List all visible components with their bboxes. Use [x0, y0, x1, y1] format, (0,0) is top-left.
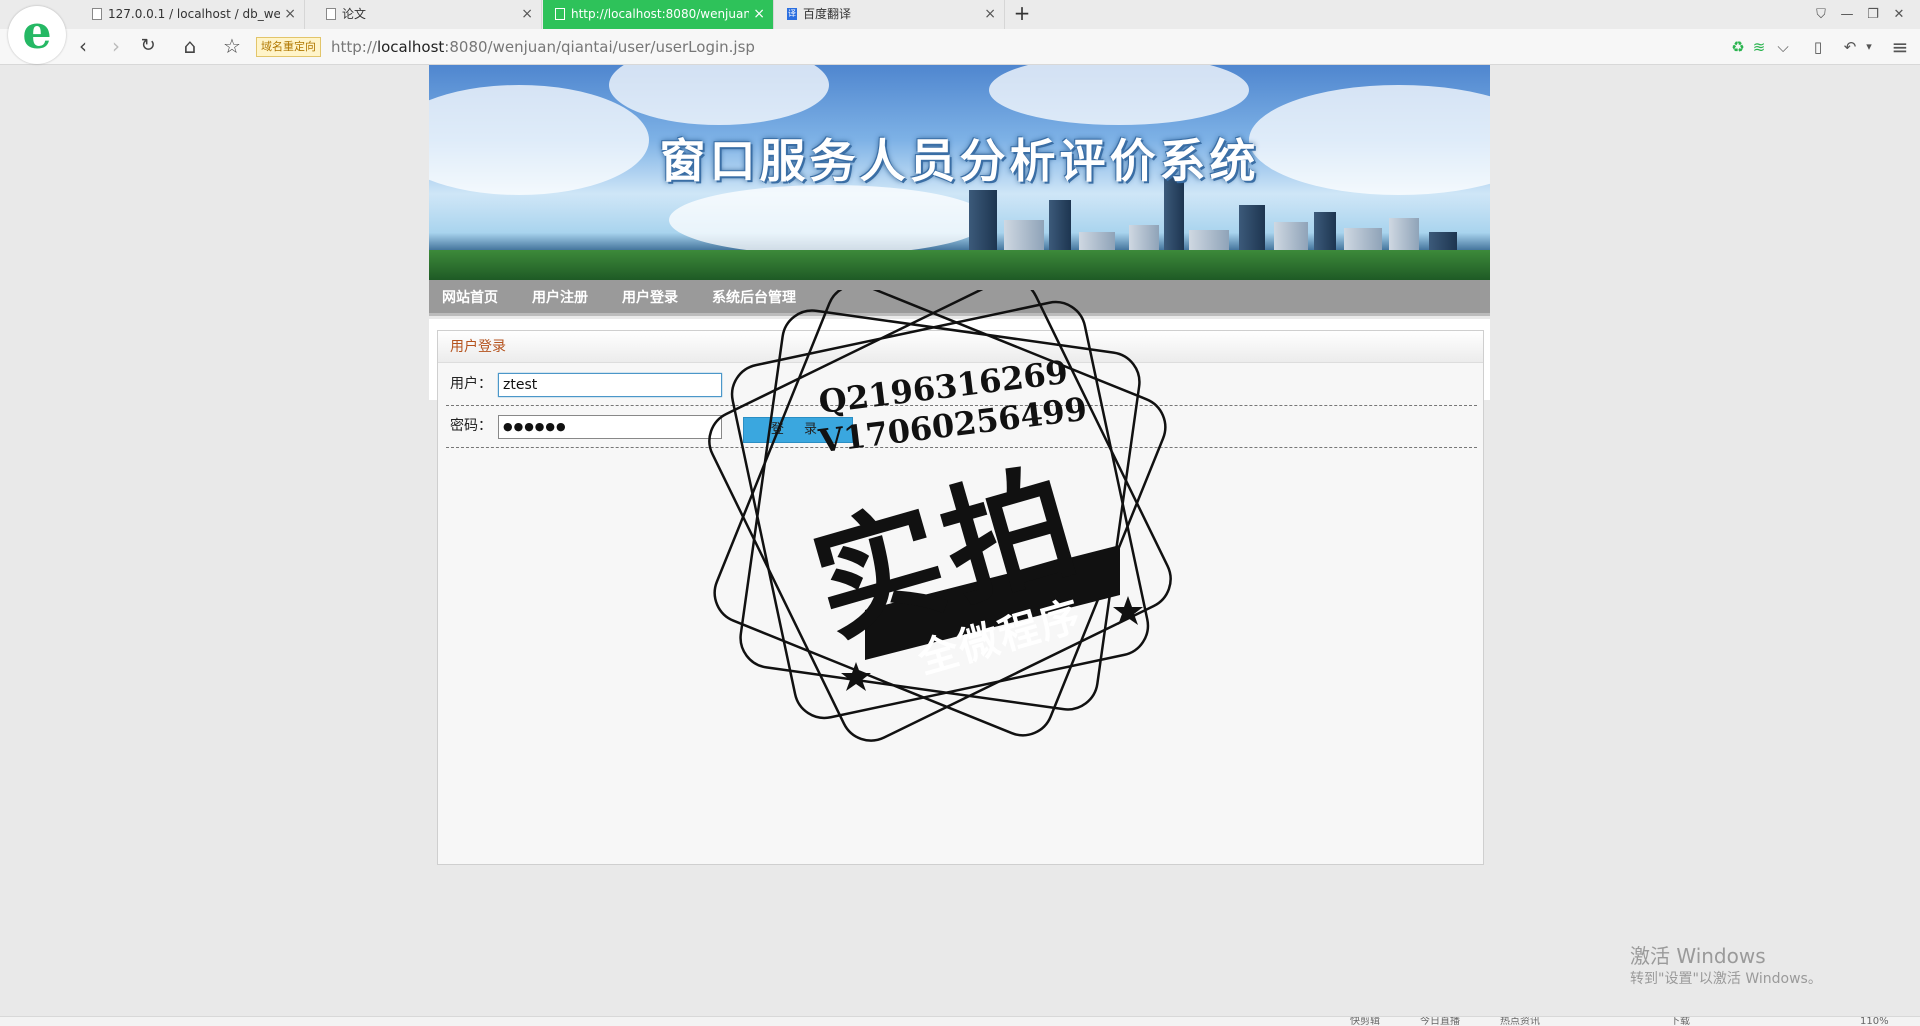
tab-title: 百度翻译: [803, 7, 852, 21]
undo-dropdown-icon[interactable]: ▾: [1858, 29, 1880, 65]
watermark-stamp: Q2196316269 V17060256499 实拍 全微程序: [700, 290, 1220, 790]
minimize-button[interactable]: —: [1836, 0, 1858, 29]
forward-button[interactable]: ›: [103, 29, 129, 65]
activation-subtitle: 转到"设置"以激活 Windows。: [1630, 971, 1822, 987]
zoom-level[interactable]: 110%: [1860, 1017, 1889, 1026]
favorite-button[interactable]: ☆: [219, 29, 245, 65]
close-icon[interactable]: ×: [284, 0, 296, 29]
close-window-button[interactable]: ✕: [1888, 0, 1910, 29]
tab-title: 127.0.0.1 / localhost / db_wenjuan: [108, 7, 280, 21]
translate-icon: 译: [787, 8, 797, 20]
skin-icon[interactable]: ⛉: [1810, 0, 1832, 29]
tab-lunwen[interactable]: 论文 ×: [314, 0, 542, 29]
username-label: 用户：: [450, 376, 492, 392]
reader-mode-icon[interactable]: ▯: [1807, 29, 1829, 65]
tab-baidu-translate[interactable]: 译 百度翻译 ×: [775, 0, 1005, 29]
close-icon[interactable]: ×: [984, 0, 996, 29]
address-bar[interactable]: http://localhost:8080/wenjuan/qiantai/us…: [331, 36, 755, 58]
maximize-button[interactable]: ❐: [1862, 0, 1884, 29]
activation-title: 激活 Windows: [1630, 944, 1766, 968]
browser-logo-icon[interactable]: e: [8, 6, 66, 64]
tab-title: 论文: [342, 7, 367, 21]
status-item[interactable]: 今日直播: [1420, 1017, 1460, 1026]
close-icon[interactable]: ×: [521, 0, 533, 29]
status-item[interactable]: 热点资讯: [1500, 1017, 1540, 1026]
chevron-down-icon[interactable]: ⌵: [1772, 29, 1794, 65]
page-icon: [555, 8, 565, 20]
browser-tab-bar: 127.0.0.1 / localhost / db_wenjuan × 论文 …: [0, 0, 1920, 29]
url-host: localhost: [376, 38, 445, 56]
extension-icon[interactable]: ≋: [1748, 29, 1770, 65]
url-prefix: http://: [331, 38, 377, 56]
nav-home[interactable]: 网站首页: [442, 280, 498, 316]
site-title: 窗口服务人员分析评价系统: [659, 134, 1260, 188]
home-button[interactable]: ⌂: [177, 29, 203, 65]
browser-status-bar: 快剪辑 今日直播 热点资讯 下载 110%: [0, 1016, 1920, 1026]
browser-toolbar: ‹ › ↻ ⌂ ☆ 域名重定向 http://localhost:8080/we…: [0, 29, 1920, 65]
nav-register[interactable]: 用户注册: [532, 280, 588, 316]
windows-activation-notice: 激活 Windows 转到"设置"以激活 Windows。: [1630, 943, 1822, 989]
menu-icon[interactable]: ≡: [1889, 29, 1911, 65]
nav-login[interactable]: 用户登录: [622, 280, 678, 316]
url-path: :8080/wenjuan/qiantai/user/userLogin.jsp: [444, 38, 755, 56]
status-item[interactable]: 快剪辑: [1350, 1017, 1380, 1026]
close-icon[interactable]: ×: [753, 0, 765, 29]
password-label: 密码：: [450, 418, 492, 434]
panel-title: 用户登录: [450, 339, 506, 355]
tab-db-wenjuan[interactable]: 127.0.0.1 / localhost / db_wenjuan ×: [80, 0, 305, 29]
page-icon: [326, 8, 336, 20]
extension-icon[interactable]: ♻: [1727, 29, 1749, 65]
password-input[interactable]: ●●●●●●: [498, 415, 722, 439]
tab-title: http://localhost:8080/wenjuan/qiantai/us…: [571, 7, 749, 21]
page-icon: [92, 8, 102, 20]
site-banner: 窗口服务人员分析评价系统: [429, 65, 1490, 280]
banner-trees: [429, 250, 1490, 280]
redirect-badge[interactable]: 域名重定向: [256, 37, 321, 57]
back-button[interactable]: ‹: [70, 29, 96, 65]
new-tab-button[interactable]: +: [1012, 0, 1032, 29]
star-icon: [1113, 596, 1143, 625]
username-input[interactable]: ztest: [498, 373, 722, 397]
status-item[interactable]: 下载: [1670, 1017, 1690, 1026]
tab-user-login[interactable]: http://localhost:8080/wenjuan/qiantai/us…: [543, 0, 774, 29]
reload-button[interactable]: ↻: [135, 29, 161, 65]
browser-logo-glyph: e: [22, 5, 52, 59]
